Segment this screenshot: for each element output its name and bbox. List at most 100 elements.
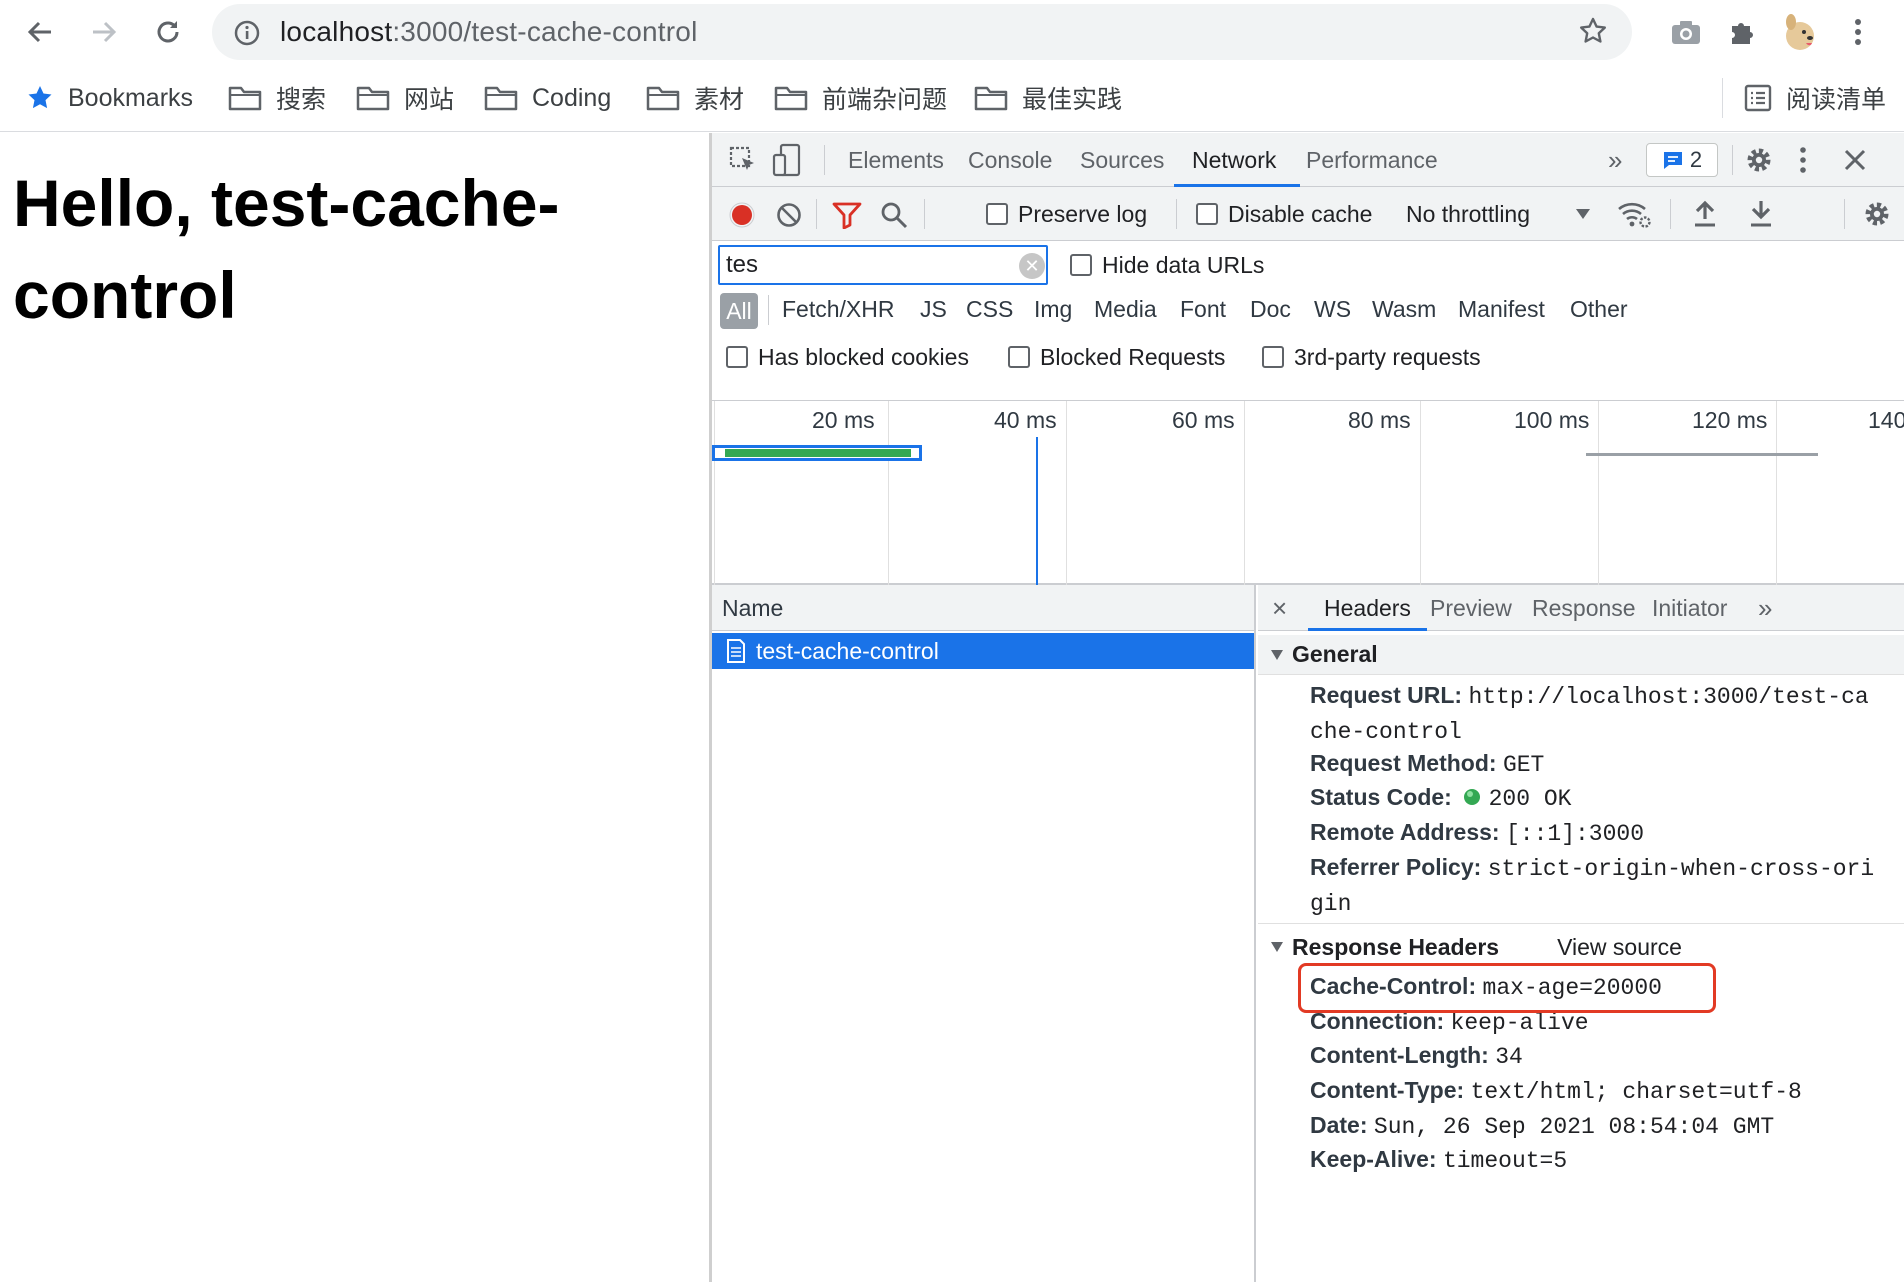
checkbox[interactable]	[986, 203, 1008, 225]
checkbox[interactable]	[1196, 203, 1218, 225]
type-filter-other[interactable]: Other	[1570, 289, 1628, 329]
timeline-tick-label: 120 ms	[1692, 407, 1768, 433]
bookmark-folder-frontend[interactable]: 前端杂问题	[774, 78, 947, 118]
reload-button[interactable]	[148, 12, 188, 52]
type-filter-all[interactable]: All	[720, 293, 758, 329]
tab-console[interactable]: Console	[968, 133, 1052, 187]
toolbar-divider	[924, 199, 925, 229]
blocked-requests-checkbox[interactable]: Blocked Requests	[1008, 337, 1225, 377]
clear-filter-icon[interactable]: ✕	[1019, 253, 1045, 279]
checkbox[interactable]	[726, 346, 748, 368]
bookmark-folder-sites[interactable]: 网站	[356, 78, 454, 118]
view-source-link[interactable]: View source	[1557, 934, 1682, 961]
type-filter-manifest[interactable]: Manifest	[1458, 289, 1545, 329]
folder-icon	[774, 86, 808, 111]
dropdown-arrow-icon	[1576, 209, 1591, 219]
header-value: [::1]:3000	[1505, 821, 1645, 847]
bookmark-bookmarks[interactable]: Bookmarks	[26, 78, 193, 118]
issues-badge[interactable]: 2	[1646, 143, 1718, 177]
address-bar[interactable]: localhost:3000/test-cache-control	[212, 4, 1632, 60]
more-detail-tabs[interactable]: »	[1758, 585, 1772, 631]
preserve-log-checkbox[interactable]: Preserve log	[986, 187, 1147, 241]
tab-sources[interactable]: Sources	[1080, 133, 1164, 187]
record-icon[interactable]	[728, 201, 756, 235]
type-filter-img[interactable]: Img	[1034, 289, 1072, 329]
keep-alive-row: Keep-Alive: timeout=5	[1310, 1143, 1904, 1178]
third-party-requests-checkbox[interactable]: 3rd-party requests	[1262, 337, 1481, 377]
type-filter-fetch-xhr[interactable]: Fetch/XHR	[782, 289, 894, 329]
url-path: :3000/test-cache-control	[392, 16, 698, 47]
has-blocked-cookies-checkbox[interactable]: Has blocked cookies	[726, 337, 969, 377]
arrow-right-icon	[93, 21, 117, 43]
throttling-select[interactable]: No throttling	[1406, 187, 1592, 241]
bookmark-star-icon[interactable]	[1578, 16, 1608, 53]
general-section-toggle[interactable]: General	[1258, 635, 1904, 675]
inspect-element-icon[interactable]	[728, 145, 758, 181]
checkbox[interactable]	[1262, 346, 1284, 368]
search-icon[interactable]	[880, 201, 908, 235]
timeline-tick-label: 20 ms	[812, 407, 875, 433]
bookmark-folder-coding[interactable]: Coding	[484, 78, 611, 118]
site-info-icon[interactable]	[234, 20, 260, 53]
request-row-selected[interactable]: test-cache-control	[712, 633, 1254, 669]
timeline-tick-label: 140	[1868, 407, 1904, 433]
reading-list-button[interactable]: 阅读清单	[1744, 78, 1886, 118]
tab-headers[interactable]: Headers	[1308, 585, 1427, 631]
disable-cache-checkbox[interactable]: Disable cache	[1196, 187, 1372, 241]
tab-preview[interactable]: Preview	[1430, 585, 1512, 631]
filter-input[interactable]: tes	[718, 245, 1048, 285]
bookmark-folder-search[interactable]: 搜索	[228, 78, 326, 118]
checkbox[interactable]	[1008, 346, 1030, 368]
network-filter-bar: tes ✕ Hide data URLs All Fetch/XHR JS CS…	[712, 241, 1904, 401]
timeline-gridline	[888, 401, 889, 585]
type-filter-font[interactable]: Font	[1180, 289, 1226, 329]
remote-address-row: Remote Address: [::1]:3000	[1310, 816, 1904, 851]
header-value: Sun, 26 Sep 2021 08:54:04 GMT	[1373, 1114, 1775, 1140]
bookmark-label: 前端杂问题	[822, 86, 948, 114]
reading-list-label: 阅读清单	[1786, 86, 1887, 114]
checkbox[interactable]	[1070, 254, 1092, 276]
export-har-icon[interactable]	[1748, 199, 1774, 235]
tab-initiator[interactable]: Initiator	[1652, 585, 1727, 631]
bookmark-folder-best-practice[interactable]: 最佳实践	[974, 78, 1122, 118]
tab-network[interactable]: Network	[1173, 133, 1301, 187]
type-filter-wasm[interactable]: Wasm	[1372, 289, 1436, 329]
tab-elements[interactable]: Elements	[848, 133, 944, 187]
preserve-log-label: Preserve log	[1018, 200, 1148, 227]
settings-gear-icon[interactable]	[1744, 145, 1774, 181]
profile-avatar[interactable]	[1780, 12, 1820, 52]
back-button[interactable]	[20, 12, 60, 52]
bookmark-folder-assets[interactable]: 素材	[646, 78, 744, 118]
forward-button[interactable]	[84, 12, 124, 52]
network-settings-gear-icon[interactable]	[1862, 199, 1892, 235]
close-details-icon[interactable]: ×	[1272, 585, 1287, 631]
tab-performance[interactable]: Performance	[1306, 133, 1438, 187]
network-conditions-icon[interactable]	[1616, 199, 1652, 235]
reading-list-icon	[1744, 84, 1772, 112]
type-filter-js[interactable]: JS	[920, 289, 947, 329]
type-filter-doc[interactable]: Doc	[1250, 289, 1291, 329]
name-column-header[interactable]: Name	[712, 585, 1254, 631]
timeline-gridline	[1776, 401, 1777, 585]
more-tabs-button[interactable]: »	[1608, 133, 1622, 187]
device-toolbar-icon[interactable]	[772, 143, 802, 183]
devtools-kebab-icon[interactable]	[1798, 145, 1808, 181]
tab-response[interactable]: Response	[1532, 585, 1636, 631]
hide-data-urls-checkbox[interactable]: Hide data URLs	[1070, 245, 1264, 285]
response-headers-section-toggle[interactable]: Response Headers View source	[1258, 927, 1904, 967]
extensions-puzzle-icon[interactable]	[1722, 12, 1762, 52]
clear-icon[interactable]	[776, 202, 802, 234]
referrer-policy-row: Referrer Policy: strict-origin-when-cros…	[1310, 851, 1904, 921]
type-filter-media[interactable]: Media	[1094, 289, 1157, 329]
camera-icon[interactable]	[1666, 12, 1706, 52]
import-har-icon[interactable]	[1692, 199, 1718, 235]
timeline-trailing-bar	[1586, 453, 1818, 456]
filter-icon[interactable]	[832, 201, 862, 235]
timeline-gridline	[1066, 401, 1067, 585]
close-devtools-icon[interactable]	[1842, 147, 1868, 179]
devtools-tab-bar: Elements Console Sources Network Perform…	[712, 133, 1904, 187]
type-filter-css[interactable]: CSS	[966, 289, 1013, 329]
chrome-menu-button[interactable]	[1838, 12, 1878, 52]
network-overview-timeline[interactable]: 20 ms 40 ms 60 ms 80 ms 100 ms 120 ms 14…	[712, 401, 1904, 585]
type-filter-ws[interactable]: WS	[1314, 289, 1351, 329]
